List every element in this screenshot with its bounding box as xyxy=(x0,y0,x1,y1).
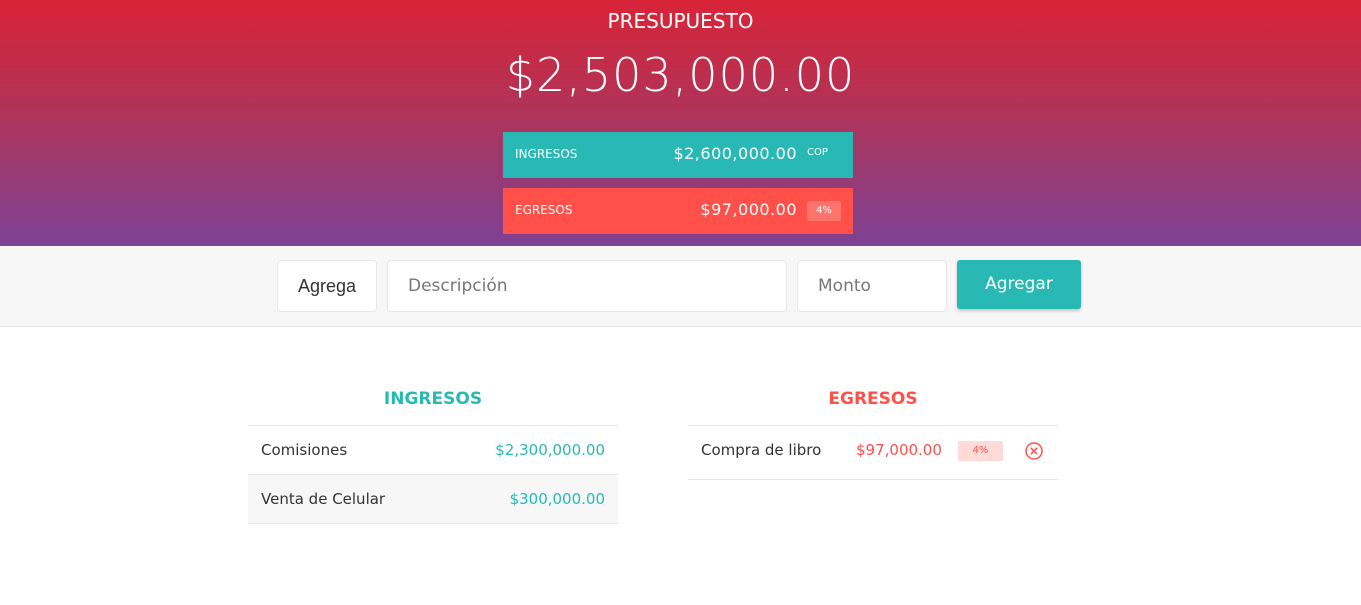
income-summary: INGRESOS $2,600,000.00 COP xyxy=(503,132,853,178)
expense-summary-label: EGRESOS xyxy=(515,203,573,217)
income-item: Comisiones $2,300,000.00 xyxy=(248,426,618,475)
expense-list: EGRESOS Compra de libro $97,000.00 4% xyxy=(688,385,1058,480)
expense-item-value: $97,000.00 xyxy=(856,441,942,459)
description-input[interactable] xyxy=(387,260,787,312)
amount-input[interactable] xyxy=(797,260,947,312)
expense-item-description: Compra de libro xyxy=(701,441,822,459)
income-summary-value: $2,600,000.00 xyxy=(673,144,797,163)
add-entry-bar: Agrega Agregar xyxy=(0,246,1361,327)
expense-summary: EGRESOS $97,000.00 4% xyxy=(503,188,853,234)
type-select[interactable]: Agrega xyxy=(277,260,377,312)
budget-total: $2,503,000.00 xyxy=(505,48,856,102)
income-list-title: INGRESOS xyxy=(248,385,618,426)
expense-list-title: EGRESOS xyxy=(688,385,1058,426)
income-summary-label: INGRESOS xyxy=(515,147,578,161)
income-list: INGRESOS Comisiones $2,300,000.00 Venta … xyxy=(248,385,618,524)
add-button[interactable]: Agregar xyxy=(957,260,1081,309)
expense-percentage-badge: 4% xyxy=(807,201,841,221)
currency-label: COP xyxy=(807,147,828,158)
income-item-description: Comisiones xyxy=(261,441,348,459)
income-item-value: $300,000.00 xyxy=(509,490,605,508)
expense-item-percentage: 4% xyxy=(958,441,1003,461)
income-item-description: Venta de Celular xyxy=(261,490,386,508)
expense-item: Compra de libro $97,000.00 4% xyxy=(688,426,1058,480)
income-item-value: $2,300,000.00 xyxy=(495,441,605,459)
budget-title: PRESUPUESTO xyxy=(607,9,754,33)
close-circle-icon[interactable] xyxy=(1024,441,1044,461)
expense-summary-value: $97,000.00 xyxy=(700,200,797,219)
income-item: Venta de Celular $300,000.00 xyxy=(248,475,618,524)
budget-header: PRESUPUESTO $2,503,000.00 INGRESOS $2,60… xyxy=(0,0,1361,246)
